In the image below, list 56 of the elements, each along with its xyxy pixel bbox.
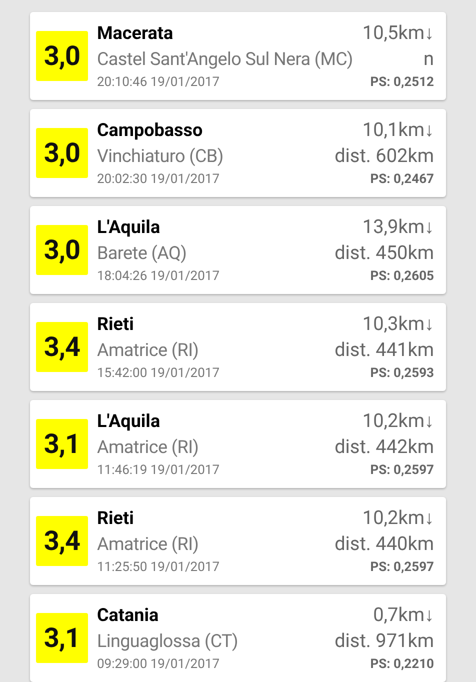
ps-value: PS: 0,2597 <box>370 559 434 578</box>
magnitude-badge: 3,0 <box>36 225 88 275</box>
magnitude-badge: 3,0 <box>36 128 88 178</box>
province-name: Catania <box>97 604 159 628</box>
depth-text: 10,3km↓ <box>362 311 434 338</box>
timestamp: 15:42:00 19/01/2017 <box>97 365 220 384</box>
quake-card[interactable]: 3,4 Rieti 10,3km↓ Amatrice (RI) dist. 441km 15:42:00 19/01/2017 PS: 0,2593 <box>30 303 446 391</box>
quake-card[interactable]: 3,0 L'Aquila 13,9km↓ Barete (AQ) dist. 450km 18:04:26 19/01/2017 PS: 0,2605 <box>30 206 446 294</box>
timestamp: 11:25:50 19/01/2017 <box>97 559 220 578</box>
quake-card[interactable]: 3,1 L'Aquila 10,2km↓ Amatrice (RI) dist. 442km 11:46:19 19/01/2017 PS: 0,2597 <box>30 400 446 488</box>
province-name: L'Aquila <box>97 410 160 434</box>
depth-text: 10,2km↓ <box>362 408 434 434</box>
province-name: Campobasso <box>97 119 203 144</box>
distance-text: dist. 441km <box>334 337 434 364</box>
magnitude-badge: 3,1 <box>36 613 88 663</box>
ps-value: PS: 0,2597 <box>370 462 434 480</box>
depth-text: 13,9km↓ <box>362 214 434 240</box>
province-name: L'Aquila <box>97 216 160 240</box>
province-name: Macerata <box>97 22 174 46</box>
timestamp: 09:29:00 19/01/2017 <box>97 656 220 674</box>
ps-value: PS: 0,2593 <box>370 365 434 384</box>
place-name: Amatrice (RI) <box>97 436 199 460</box>
province-name: Rieti <box>97 507 134 532</box>
distance-text: dist. 450km <box>334 240 434 266</box>
place-name: Linguaglossa (CT) <box>97 630 238 654</box>
place-name: Amatrice (RI) <box>97 533 199 558</box>
ps-value: PS: 0,2210 <box>370 656 434 674</box>
ps-value: PS: 0,2605 <box>370 268 434 286</box>
ps-value: PS: 0,2512 <box>370 74 434 92</box>
depth-text: 10,2km↓ <box>362 505 434 532</box>
timestamp: 20:02:30 19/01/2017 <box>97 171 220 190</box>
place-name: Castel Sant'Angelo Sul Nera (MC) <box>97 48 353 72</box>
place-name: Barete (AQ) <box>97 242 187 266</box>
timestamp: 20:10:46 19/01/2017 <box>97 74 220 92</box>
place-name: Vinchiaturo (CB) <box>97 145 224 170</box>
quake-card[interactable]: 3,0 Campobasso 10,1km↓ Vinchiaturo (CB) dist. 602km 20:02:30 19/01/2017 PS: 0,2467 <box>30 109 446 197</box>
magnitude-badge: 3,1 <box>36 419 88 469</box>
distance-text: dist. 602km <box>334 143 434 170</box>
place-name: Amatrice (RI) <box>97 339 199 364</box>
magnitude-badge: 3,0 <box>36 31 88 81</box>
distance-text: dist. 442km <box>334 434 434 460</box>
distance-text: dist. 971km <box>334 628 434 654</box>
quake-card[interactable]: 3,0 Macerata 10,5km↓ Castel Sant'Angelo Sul Nera (MC) n 20:10:46 19/01/2017 PS: 0,2512 <box>30 12 446 100</box>
depth-text: 10,5km↓ <box>362 20 434 46</box>
timestamp: 18:04:26 19/01/2017 <box>97 268 220 286</box>
distance-text: dist. 440km <box>334 531 434 558</box>
depth-text: 0,7km↓ <box>373 602 434 628</box>
magnitude-badge: 3,4 <box>36 322 88 372</box>
province-name: Rieti <box>97 313 134 338</box>
quake-card[interactable]: 3,1 Catania 0,7km↓ Linguaglossa (CT) dist. 971km 09:29:00 19/01/2017 PS: 0,2210 <box>30 594 446 682</box>
quake-card[interactable]: 3,4 Rieti 10,2km↓ Amatrice (RI) dist. 440km 11:25:50 19/01/2017 PS: 0,2597 <box>30 497 446 585</box>
magnitude-badge: 3,4 <box>36 516 88 566</box>
distance-text: n <box>424 46 434 72</box>
depth-text: 10,1km↓ <box>362 117 434 144</box>
ps-value: PS: 0,2467 <box>370 171 434 190</box>
timestamp: 11:46:19 19/01/2017 <box>97 462 220 480</box>
